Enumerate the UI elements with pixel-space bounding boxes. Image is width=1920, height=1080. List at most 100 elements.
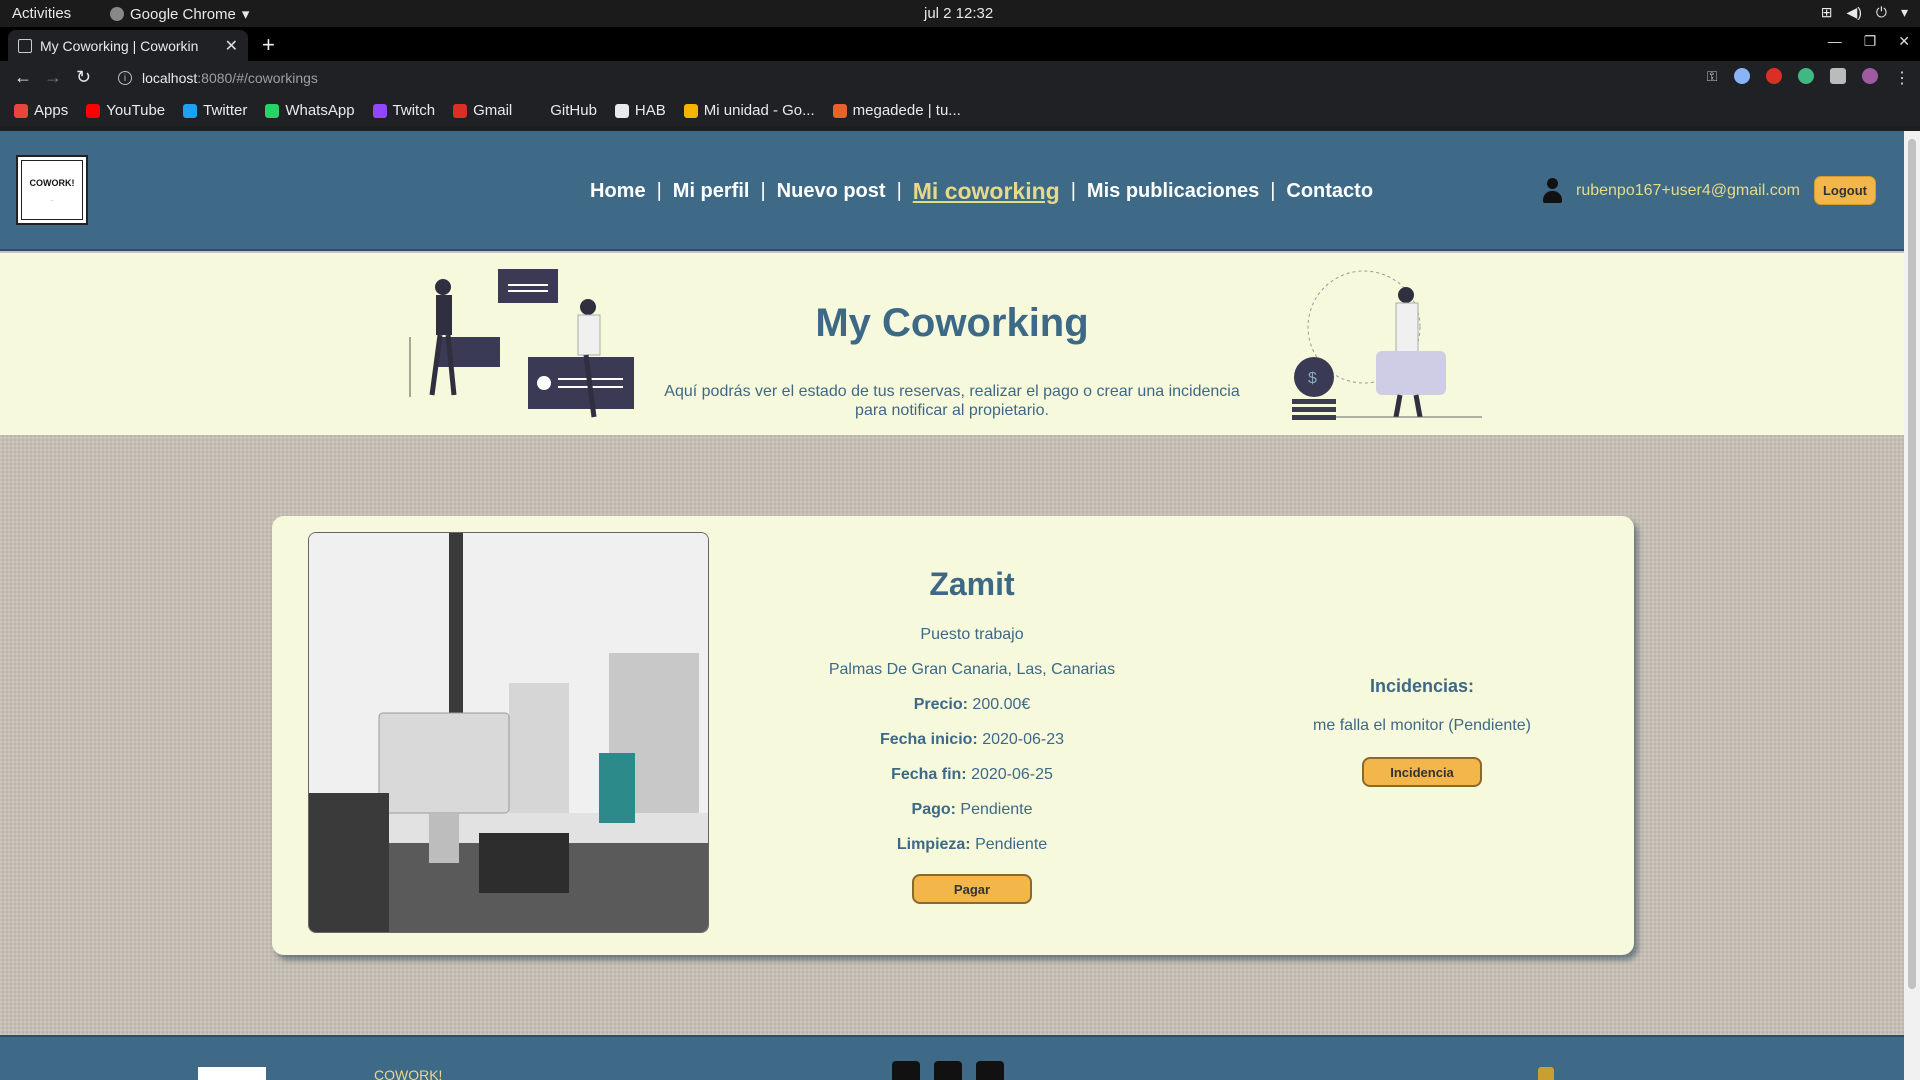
- cleaning-row: Limpieza: Pendiente: [772, 835, 1172, 854]
- end-date-row: Fecha fin: 2020-06-25: [772, 765, 1172, 784]
- volume-icon[interactable]: ◀): [1846, 4, 1861, 21]
- activities-button[interactable]: Activities: [12, 5, 71, 22]
- extension-icon[interactable]: [1734, 68, 1750, 84]
- tab-strip: My Coworking | Coworkin ✕ + — ❐ ✕: [0, 27, 1920, 61]
- adblock-icon[interactable]: [1766, 68, 1782, 84]
- address-bar[interactable]: i localhost:8080/#/coworkings: [108, 65, 1698, 91]
- end-date-value: 2020-06-25: [971, 766, 1053, 783]
- power-icon[interactable]: ⏻: [1876, 4, 1887, 21]
- payment-illustration: $: [1292, 270, 1482, 420]
- site-info-icon[interactable]: i: [118, 71, 132, 85]
- nav-separator: |: [896, 180, 902, 202]
- whatsapp-icon: [265, 103, 280, 118]
- footer-brand: COWORK!: [374, 1067, 443, 1080]
- clock[interactable]: jul 2 12:32: [924, 5, 993, 22]
- bookmark-6[interactable]: GitHub: [530, 102, 597, 119]
- user-area: rubenpo167+user4@gmail.com Logout: [1542, 176, 1876, 205]
- incident-button[interactable]: Incidencia: [1362, 757, 1482, 787]
- youtube-icon: [86, 103, 101, 118]
- site-footer: COWORK!: [0, 1035, 1904, 1080]
- logout-button[interactable]: Logout: [1813, 176, 1876, 205]
- user-email[interactable]: rubenpo167+user4@gmail.com: [1576, 182, 1800, 200]
- start-date-label: Fecha inicio:: [879, 731, 978, 748]
- apps-grid-icon: [14, 103, 28, 118]
- nav-link-2[interactable]: Nuevo post: [777, 180, 886, 203]
- bookmark-label: Mi unidad - Go...: [703, 102, 815, 119]
- bookmark-label: Twitter: [203, 102, 248, 119]
- page-description: Aquí podrás ver el estado de tus reserva…: [664, 383, 1240, 419]
- github-icon: [530, 103, 545, 118]
- site-logo[interactable]: COWORK! —: [16, 155, 88, 225]
- window-controls: — ❐ ✕: [1828, 33, 1910, 50]
- github-icon[interactable]: [976, 1061, 1004, 1080]
- vue-devtools-icon[interactable]: [1798, 68, 1814, 84]
- browser-tab[interactable]: My Coworking | Coworkin ✕: [8, 30, 248, 61]
- nav-link-1[interactable]: Mi perfil: [673, 180, 750, 203]
- close-icon[interactable]: ✕: [225, 36, 238, 56]
- hero-banner: My Coworking Aquí podrás ver el estado d…: [0, 253, 1904, 435]
- footer-logo[interactable]: [198, 1067, 266, 1080]
- chevron-down-icon: ▾: [241, 6, 250, 23]
- gmail-icon: [453, 103, 468, 118]
- page-title: My Coworking: [815, 301, 1089, 345]
- bookmark-label: Twitch: [392, 102, 436, 119]
- start-date-row: Fecha inicio: 2020-06-23: [772, 730, 1172, 749]
- reload-button[interactable]: ↻: [76, 67, 91, 88]
- end-date-label: Fecha fin:: [891, 766, 967, 783]
- price-row: Precio: 200.00€: [772, 695, 1172, 714]
- avatar[interactable]: [1862, 68, 1878, 84]
- bookmark-9[interactable]: megadede | tu...: [832, 102, 961, 119]
- network-icon[interactable]: ⊞: [1821, 4, 1833, 21]
- bookmark-4[interactable]: Twitch: [372, 102, 436, 119]
- app-name: Google Chrome: [130, 5, 236, 23]
- bookmark-7[interactable]: HAB: [614, 102, 666, 119]
- bookmark-5[interactable]: Gmail: [453, 102, 512, 119]
- bookmark-label: Apps: [34, 102, 69, 119]
- chrome-icon: [110, 7, 124, 21]
- os-top-bar: Activities Google Chrome ▾ jul 2 12:32 ⊞…: [0, 0, 1920, 27]
- folder-icon: [614, 103, 629, 118]
- bookmark-3[interactable]: WhatsApp: [265, 102, 355, 119]
- page-scrollbar[interactable]: [1904, 131, 1920, 1080]
- svg-text:$: $: [1308, 370, 1317, 387]
- pay-button[interactable]: Pagar: [912, 874, 1032, 904]
- minimize-icon[interactable]: —: [1828, 33, 1842, 50]
- forward-button[interactable]: →: [44, 67, 62, 88]
- logo-subtext-mark: —: [50, 198, 54, 202]
- new-tab-button[interactable]: +: [262, 32, 275, 58]
- puzzle-icon[interactable]: [1830, 68, 1846, 84]
- rss-icon[interactable]: [1538, 1067, 1554, 1080]
- linkedin-icon[interactable]: [892, 1061, 920, 1080]
- people-working-illustration: [409, 269, 634, 418]
- scrollbar-thumb[interactable]: [1908, 139, 1916, 989]
- user-icon: [1542, 177, 1562, 204]
- nav-separator: |: [656, 180, 662, 202]
- bookmark-1[interactable]: YouTube: [86, 102, 165, 119]
- bookmark-label: WhatsApp: [285, 102, 355, 119]
- bookmark-2[interactable]: Twitter: [183, 102, 247, 119]
- social-links: [892, 1061, 1004, 1080]
- cleaning-label: Limpieza:: [896, 836, 971, 853]
- bookmark-label: Gmail: [473, 102, 513, 119]
- system-tray[interactable]: ⊞ ◀) ⏻ ▾: [1821, 4, 1908, 21]
- nav-link-4[interactable]: Mis publicaciones: [1087, 180, 1259, 203]
- app-menu[interactable]: Google Chrome ▾: [110, 5, 249, 23]
- chevron-down-icon[interactable]: ▾: [1901, 4, 1908, 21]
- payment-label: Pago:: [911, 801, 956, 818]
- more-menu-icon[interactable]: ⋮: [1894, 68, 1910, 87]
- nav-link-0[interactable]: Home: [590, 180, 646, 203]
- nav-link-5[interactable]: Contacto: [1286, 180, 1373, 203]
- twitch-icon: [372, 103, 387, 118]
- nav-link-3[interactable]: Mi coworking: [913, 178, 1060, 205]
- key-icon[interactable]: ⚿: [1707, 68, 1718, 85]
- restore-icon[interactable]: ❐: [1864, 33, 1877, 50]
- instagram-icon[interactable]: [934, 1061, 962, 1080]
- close-window-icon[interactable]: ✕: [1898, 33, 1910, 50]
- bookmark-0[interactable]: Apps: [14, 102, 68, 119]
- cleaning-status: Pendiente: [975, 836, 1048, 853]
- office-desk-image: [309, 533, 708, 932]
- bookmark-8[interactable]: Mi unidad - Go...: [683, 102, 815, 119]
- back-button[interactable]: ←: [14, 67, 32, 88]
- url-host: localhost: [142, 70, 198, 86]
- coworking-photo: [308, 532, 709, 933]
